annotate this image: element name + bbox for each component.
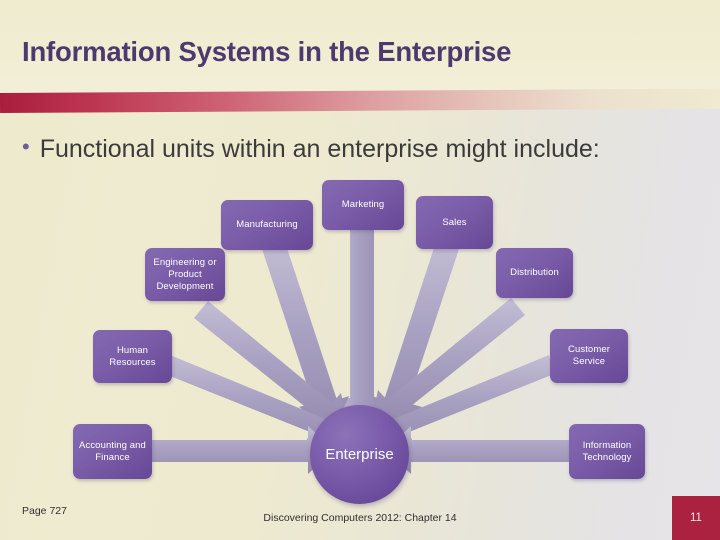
connector-arrow-marketing — [334, 229, 386, 424]
connector-arrow-engineering — [194, 301, 349, 431]
bullet-dot-icon: • — [22, 134, 30, 159]
diagram-node-human-resources[interactable]: Human Resources — [93, 330, 172, 383]
bullet-list: • Functional units within an enterprise … — [22, 132, 662, 166]
footer-source-text: Discovering Computers 2012: Chapter 14 — [263, 512, 457, 524]
bullet-item-label: Functional units within an enterprise mi… — [39, 135, 600, 163]
connector-arrow-distribution — [370, 298, 525, 428]
diagram-node-engineering[interactable]: Engineering or Product Development — [145, 248, 225, 301]
slide-number-badge: 11 — [672, 496, 720, 540]
diagram-node-distribution[interactable]: Distribution — [496, 248, 573, 298]
diagram-node-information-technology[interactable]: Information Technology — [569, 424, 645, 479]
diagram-node-customer-service[interactable]: Customer Service — [550, 329, 628, 383]
connector-arrow-it — [385, 426, 569, 474]
page-title: Information Systems in the Enterprise — [22, 36, 512, 67]
title-accent-band — [0, 88, 720, 113]
connector-arrow-manufacturing — [262, 242, 349, 432]
diagram-node-marketing[interactable]: Marketing — [322, 180, 404, 230]
slide-canvas: Information Systems in the Enterprise • … — [0, 0, 720, 540]
diagram-node-accounting-and-finance[interactable]: Accounting and Finance — [73, 424, 152, 479]
connector-arrow-accounting — [150, 426, 334, 474]
diagram-node-sales[interactable]: Sales — [416, 196, 493, 249]
diagram-node-enterprise-center[interactable]: Enterprise — [310, 405, 409, 504]
diagram-node-manufacturing[interactable]: Manufacturing — [221, 200, 313, 250]
connector-arrow-sales — [372, 242, 459, 432]
list-item: • Functional units within an enterprise … — [22, 132, 662, 166]
